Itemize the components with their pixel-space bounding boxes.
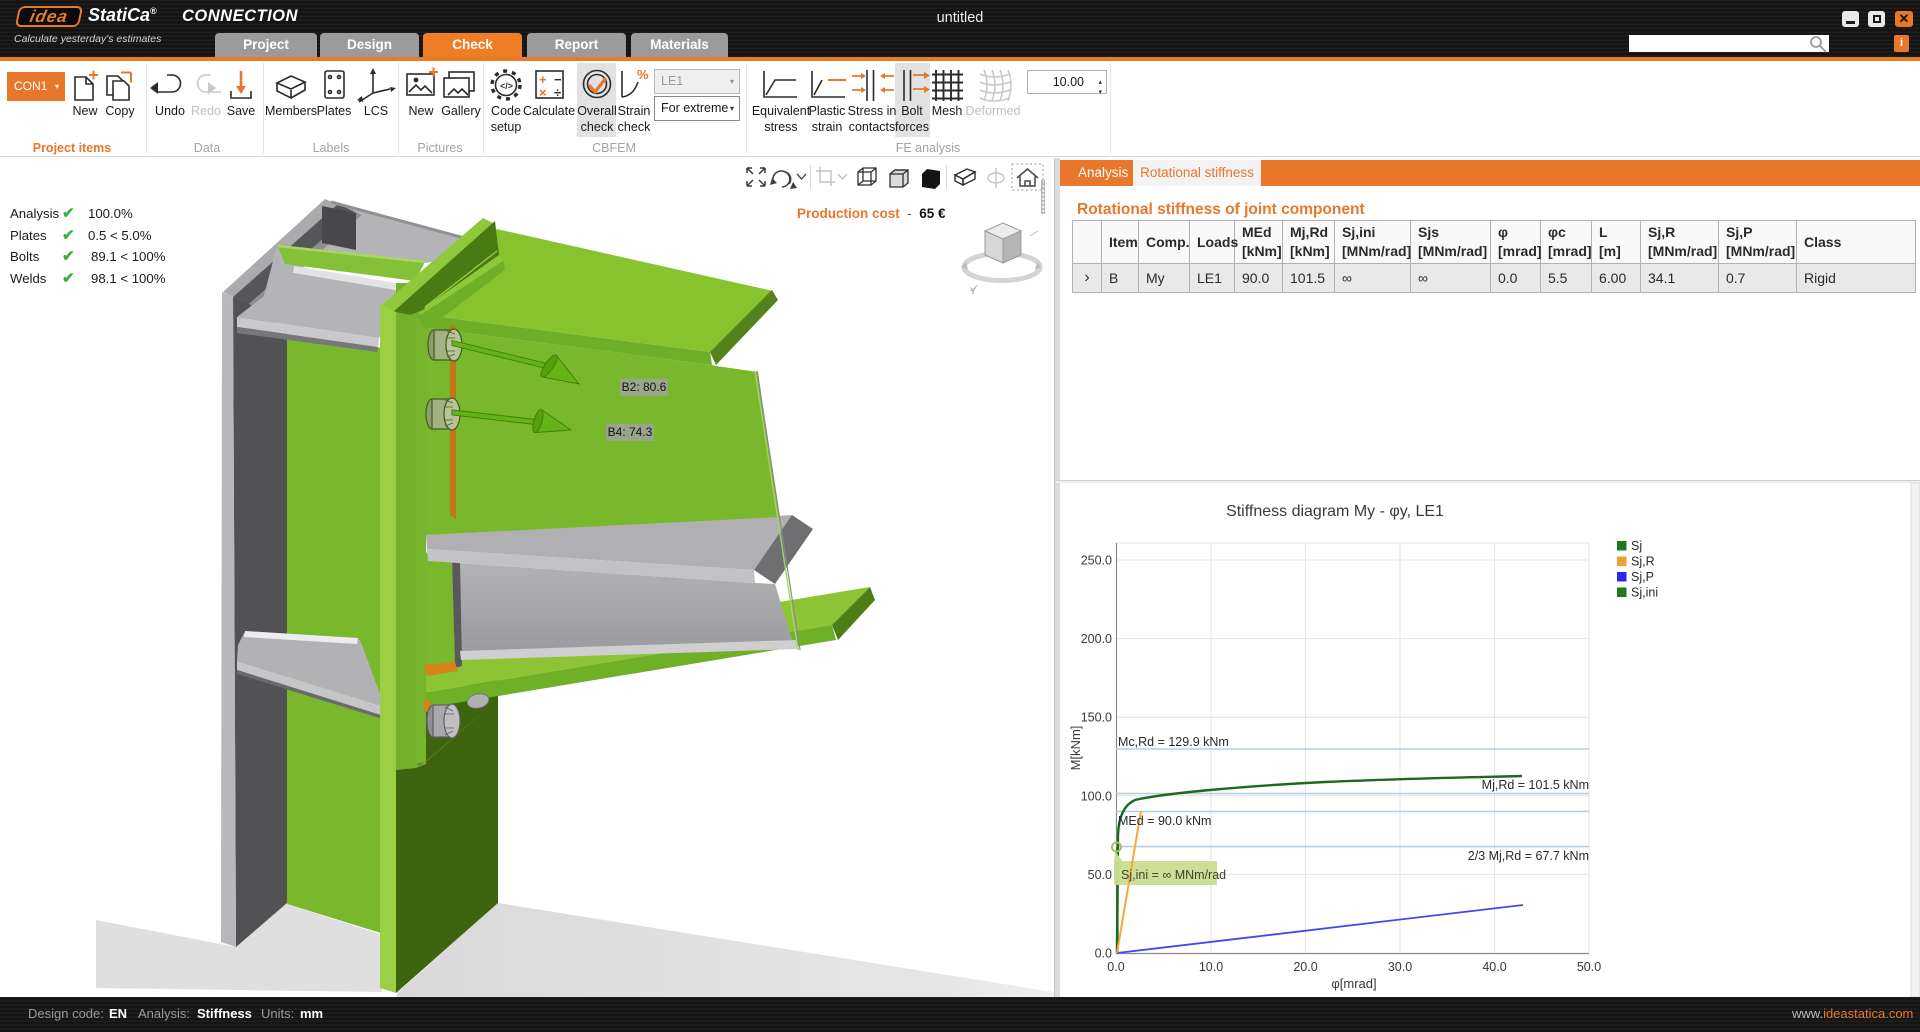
svg-text:Y: Y	[970, 286, 976, 296]
